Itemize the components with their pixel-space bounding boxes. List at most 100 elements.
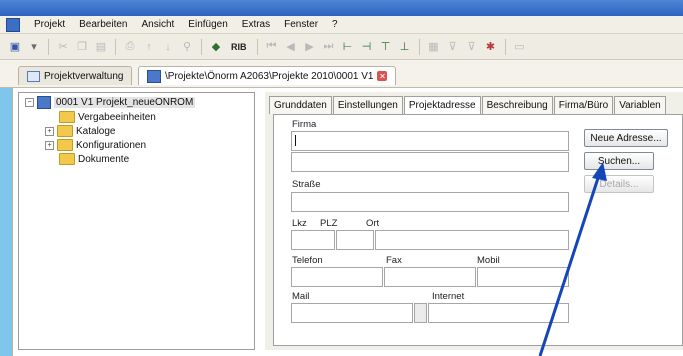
tab-variablen[interactable]: Variablen <box>614 96 666 114</box>
project-icon <box>147 69 161 83</box>
mail-send-button[interactable] <box>414 303 427 323</box>
firma-field-2[interactable] <box>291 152 569 172</box>
project-icon[interactable]: ▣ <box>8 40 22 54</box>
save-icon[interactable]: ▭ <box>513 40 527 54</box>
settings-icon[interactable]: ✱ <box>484 40 498 54</box>
print-icon[interactable]: ⎙ <box>123 40 137 54</box>
firma-field-1[interactable] <box>291 131 569 151</box>
ort-field[interactable] <box>375 230 569 250</box>
tree-item-label: 0001 V1 Projekt_neueONROM <box>54 97 196 108</box>
strasse-field[interactable] <box>291 192 569 212</box>
tree-item-root[interactable]: − 0001 V1 Projekt_neueONROM <box>25 96 196 109</box>
toolbar: ▣ ▾ ✂ ❐ ▤ ⎙ ↑ ↓ ⚲ ◆ RIB ⏮ ◀ ▶ ⏭ ⊢ ⊣ ⊤ ⊥ … <box>0 34 683 60</box>
window-titlebar <box>0 0 683 16</box>
copy-icon[interactable]: ❐ <box>75 40 89 54</box>
close-tab-icon[interactable]: ✕ <box>377 71 388 81</box>
firma-label: Firma <box>292 119 317 130</box>
ort-label: Ort <box>366 218 380 229</box>
tab-einstellungen[interactable]: Einstellungen <box>332 96 403 114</box>
fax-label: Fax <box>386 255 402 266</box>
detail-panel: Grunddaten Einstellungen Projektadresse … <box>265 92 683 350</box>
open-icon[interactable]: ▾ <box>27 40 41 54</box>
mobil-label: Mobil <box>477 255 500 266</box>
strasse-label: Straße <box>292 179 321 190</box>
mail-field[interactable] <box>291 303 413 323</box>
tree-tool-1-icon[interactable]: ⊢ <box>341 40 355 54</box>
internet-label: Internet <box>432 291 465 302</box>
toolbar-separator <box>504 38 506 55</box>
filter-icon[interactable]: ⊽ <box>446 40 460 54</box>
folder-icon <box>59 111 75 123</box>
last-icon[interactable]: ⏭ <box>322 40 336 54</box>
rib-label[interactable]: RIB <box>228 41 250 53</box>
toolbar-separator <box>256 38 258 55</box>
project-icon <box>37 96 51 109</box>
document-tabstrip: Projektverwaltung \Projekte\Önorm A2063\… <box>0 60 683 88</box>
menu-einfuegen[interactable]: Einfügen <box>188 19 227 30</box>
collapse-icon[interactable]: − <box>25 98 34 107</box>
tree-tool-2-icon[interactable]: ⊣ <box>360 40 374 54</box>
project-tree: − 0001 V1 Projekt_neueONROM Vergabeeinhe… <box>18 92 255 350</box>
menu-ansicht[interactable]: Ansicht <box>142 19 175 30</box>
telefon-label: Telefon <box>292 255 323 266</box>
menu-fenster[interactable]: Fenster <box>284 19 318 30</box>
expand-icon[interactable]: + <box>45 140 54 150</box>
internet-field[interactable] <box>428 303 569 323</box>
lkz-field[interactable] <box>291 230 335 250</box>
cut-icon[interactable]: ✂ <box>56 40 70 54</box>
rib-icon[interactable]: ◆ <box>209 40 223 54</box>
table-icon[interactable]: ▦ <box>427 40 441 54</box>
text-caret <box>295 135 296 146</box>
tab-projektverwaltung[interactable]: Projektverwaltung <box>18 66 133 85</box>
folder-icon <box>59 153 75 165</box>
suchen-button[interactable]: Suchen... <box>584 152 654 170</box>
menu-extras[interactable]: Extras <box>242 19 270 30</box>
neue-adresse-button[interactable]: Neue Adresse... <box>584 129 668 147</box>
tree-item-vergabeeinheiten[interactable]: Vergabeeinheiten <box>59 111 156 123</box>
tab-project-path[interactable]: \Projekte\Önorm A2063\Projekte 2010\0001… <box>138 66 397 85</box>
tab-projektadresse[interactable]: Projektadresse <box>403 96 481 114</box>
toolbar-separator <box>48 38 49 55</box>
tab-grunddaten[interactable]: Grunddaten <box>269 96 332 114</box>
paste-icon[interactable]: ▤ <box>94 40 108 54</box>
tab-beschreibung[interactable]: Beschreibung <box>481 96 553 114</box>
filter-clear-icon[interactable]: ⊽ <box>465 40 479 54</box>
tree-item-label: Kataloge <box>76 125 116 137</box>
expand-icon[interactable]: + <box>45 126 54 136</box>
menu-bearbeiten[interactable]: Bearbeiten <box>79 19 127 30</box>
menu-help[interactable]: ? <box>332 19 338 30</box>
next-icon[interactable]: ▶ <box>303 40 317 54</box>
tab-label: Projektverwaltung <box>44 70 124 82</box>
menu-projekt[interactable]: Projekt <box>34 19 65 30</box>
prev-icon[interactable]: ◀ <box>284 40 298 54</box>
address-form: Firma Straße Lkz PLZ Ort Telefon Fax Mob… <box>273 114 683 346</box>
first-icon[interactable]: ⏮ <box>265 40 279 54</box>
plz-label: PLZ <box>320 218 338 229</box>
tree-item-kataloge[interactable]: + Kataloge <box>45 125 115 137</box>
plz-field[interactable] <box>336 230 374 250</box>
tree-item-label: Vergabeeinheiten <box>78 111 156 123</box>
window-icon <box>27 70 40 82</box>
tree-item-konfigurationen[interactable]: + Konfigurationen <box>45 139 146 151</box>
toolbar-separator <box>418 38 420 55</box>
toolbar-separator <box>115 38 116 55</box>
menu-bar: Projekt Bearbeiten Ansicht Einfügen Extr… <box>0 16 683 34</box>
mail-label: Mail <box>292 291 310 302</box>
tree-tool-4-icon[interactable]: ⊥ <box>398 40 412 54</box>
lkz-label: Lkz <box>292 218 307 229</box>
tab-firma-buero[interactable]: Firma/Büro <box>553 96 614 114</box>
tree-item-label: Dokumente <box>78 153 130 165</box>
fax-field[interactable] <box>384 267 476 287</box>
detail-tabs: Grunddaten Einstellungen Projektadresse … <box>269 96 667 114</box>
details-button[interactable]: Details... <box>584 175 654 193</box>
sort-desc-icon[interactable]: ↓ <box>161 40 175 54</box>
tree-item-label: Konfigurationen <box>76 139 147 151</box>
telefon-field[interactable] <box>291 267 383 287</box>
find-icon[interactable]: ⚲ <box>180 40 194 54</box>
tree-tool-3-icon[interactable]: ⊤ <box>379 40 393 54</box>
sort-asc-icon[interactable]: ↑ <box>142 40 156 54</box>
mobil-field[interactable] <box>477 267 569 287</box>
folder-icon <box>57 125 73 137</box>
tree-item-dokumente[interactable]: Dokumente <box>59 153 129 165</box>
tab-label: \Projekte\Önorm A2063\Projekte 2010\0001… <box>165 70 374 82</box>
